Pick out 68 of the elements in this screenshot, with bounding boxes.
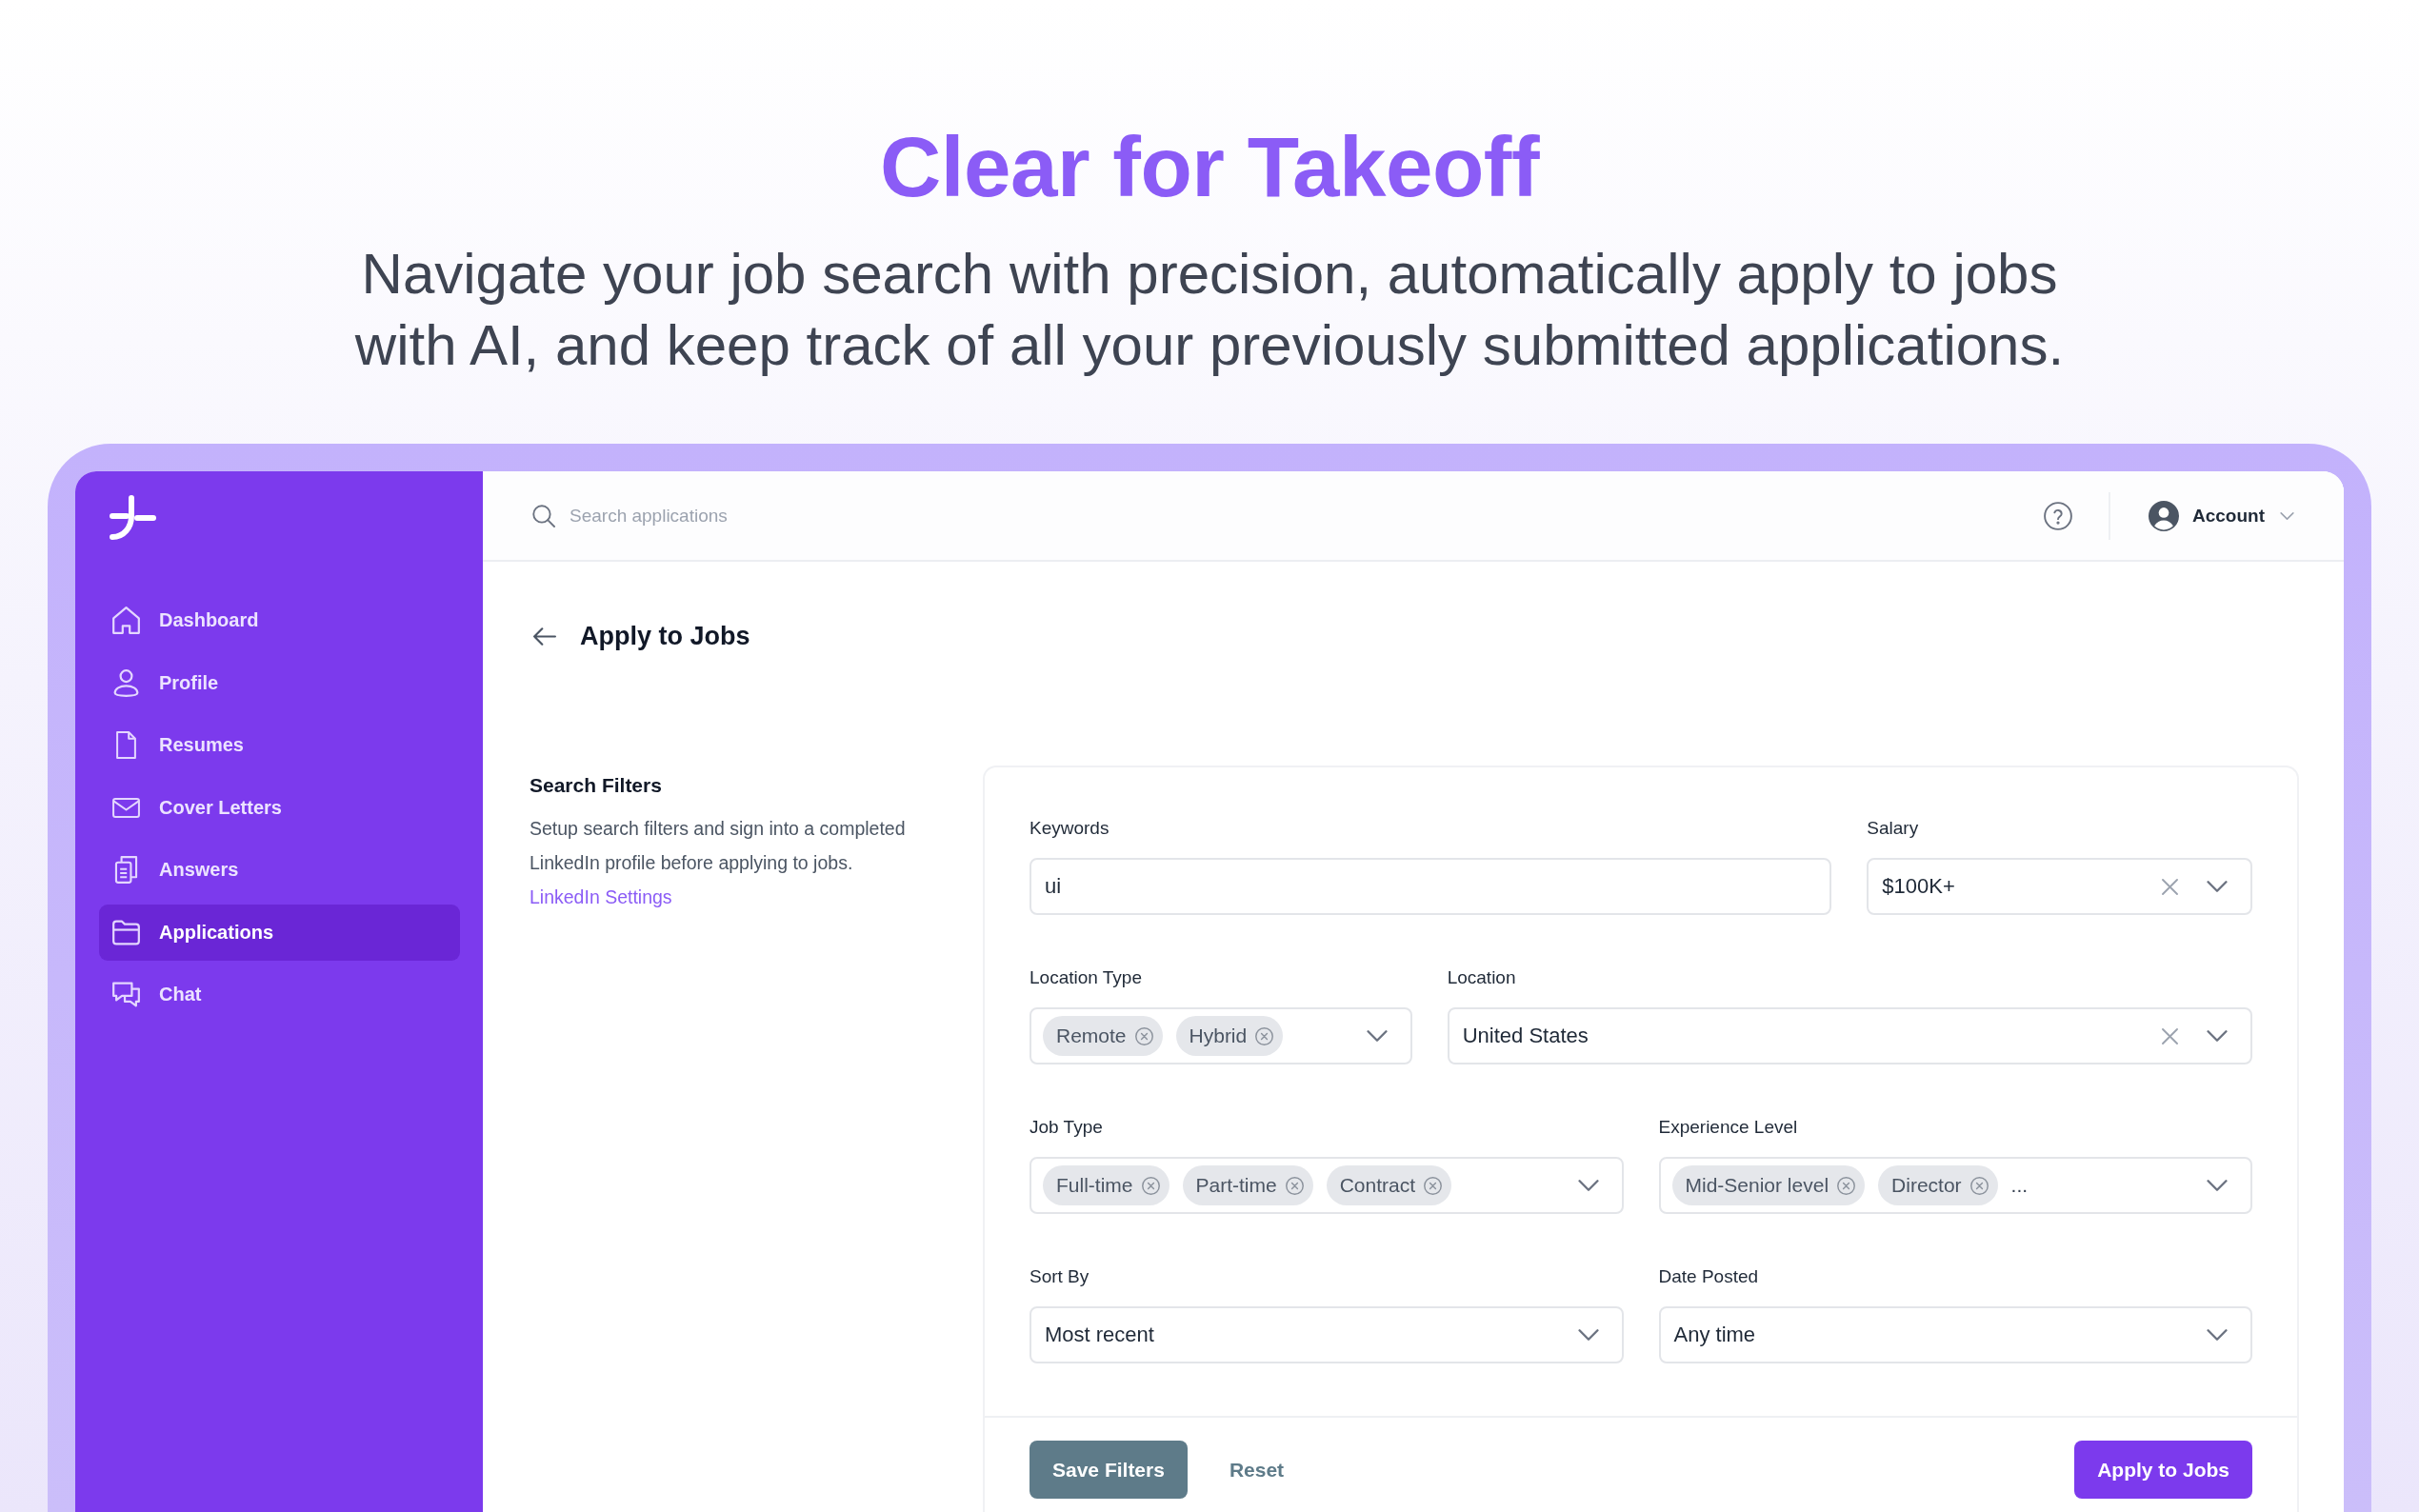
section-title: Search Filters: [530, 773, 663, 798]
primary-button[interactable]: Apply to Jobs: [2074, 1441, 2252, 1499]
help-icon[interactable]: [2044, 501, 2072, 530]
search-icon: [532, 504, 555, 527]
select-dropdown[interactable]: $100K+: [1867, 858, 2252, 915]
filter-tag[interactable]: Remote: [1043, 1016, 1163, 1056]
back-arrow-icon[interactable]: [533, 627, 556, 646]
filter-tag[interactable]: Director: [1878, 1165, 1998, 1205]
sidebar-item[interactable]: Chat: [99, 966, 460, 1023]
select-dropdown[interactable]: Most recent: [1030, 1306, 1624, 1363]
folder-icon: [112, 918, 140, 946]
clipboard-icon: [112, 856, 140, 884]
remove-icon[interactable]: [1285, 1176, 1304, 1195]
sidebar-item[interactable]: Profile: [99, 654, 460, 711]
logo-icon[interactable]: [109, 495, 156, 541]
field-label: Keywords: [1030, 818, 1110, 839]
select-dropdown[interactable]: United States: [1447, 1007, 2252, 1064]
filter-tag[interactable]: Mid-Senior level: [1671, 1165, 1866, 1205]
chevron-icon: [2207, 881, 2228, 892]
clear-icon[interactable]: [2162, 878, 2178, 895]
remove-icon[interactable]: [1424, 1176, 1443, 1195]
filter-tag[interactable]: Part-time: [1182, 1165, 1313, 1205]
hero-title: Clear for Takeoff: [878, 118, 1541, 216]
chat-bubbles-icon: [112, 981, 140, 1008]
house-icon: [112, 607, 140, 634]
account-button[interactable]: Account: [2149, 500, 2294, 531]
chevron-icon: [2207, 1329, 2228, 1341]
multi-select[interactable]: Full-time Part-time Contract: [1030, 1157, 1624, 1214]
multi-select[interactable]: Mid-Senior level Director ...: [1658, 1157, 2252, 1214]
section-description: Setup search filters and sign into a completed LinkedIn profile before applying to jobs.: [530, 817, 907, 875]
sidebar-item[interactable]: Applications: [99, 904, 460, 961]
overflow-ellipsis: ...: [2010, 1174, 2029, 1197]
field-label: Job Type: [1030, 1117, 1104, 1138]
remove-icon[interactable]: [1141, 1176, 1160, 1195]
sidebar-item[interactable]: Answers: [99, 842, 460, 898]
chevron-icon: [1577, 1180, 1599, 1191]
filter-tag[interactable]: Hybrid: [1175, 1016, 1284, 1056]
field-label: Location Type: [1030, 967, 1143, 988]
sidebar-item[interactable]: Resumes: [99, 717, 460, 773]
text-input[interactable]: ui: [1030, 858, 1832, 915]
chevron-icon: [2207, 1030, 2228, 1042]
hero-subtitle: Navigate your job search with precision, automatically apply to jobs with AI, and keep track of all your previously submitted applications.: [353, 241, 2066, 379]
avatar-icon: [2149, 500, 2179, 531]
filter-tag[interactable]: Contract: [1326, 1165, 1452, 1205]
field-label: Salary: [1867, 818, 1920, 839]
settings-link[interactable]: LinkedIn Settings: [530, 880, 672, 914]
remove-icon[interactable]: [1255, 1026, 1274, 1045]
remove-icon[interactable]: [1837, 1176, 1856, 1195]
filter-tag[interactable]: Full-time: [1043, 1165, 1170, 1205]
remove-icon[interactable]: [1969, 1176, 1989, 1195]
chevron-icon: [2207, 1180, 2228, 1191]
page-title: Apply to Jobs: [580, 621, 750, 652]
multi-select[interactable]: Remote Hybrid: [1030, 1007, 1412, 1064]
sidebar-item[interactable]: Cover Letters: [99, 779, 460, 836]
clear-icon[interactable]: [2162, 1027, 2178, 1044]
text-button[interactable]: Reset: [1213, 1441, 1300, 1499]
chevron-icon: [1577, 1329, 1599, 1341]
remove-icon[interactable]: [1134, 1026, 1153, 1045]
sidebar-item[interactable]: Dashboard: [99, 592, 460, 648]
secondary-button[interactable]: Save Filters: [1030, 1441, 1188, 1499]
select-dropdown[interactable]: Any time: [1658, 1306, 2252, 1363]
field-label: Location: [1447, 967, 1517, 988]
chevron-icon: [2280, 511, 2294, 520]
field-label: Date Posted: [1658, 1266, 1760, 1287]
person-icon: [112, 668, 140, 697]
chevron-icon: [1366, 1030, 1388, 1042]
field-label: Sort By: [1030, 1266, 1090, 1287]
field-label: Experience Level: [1658, 1117, 1799, 1138]
